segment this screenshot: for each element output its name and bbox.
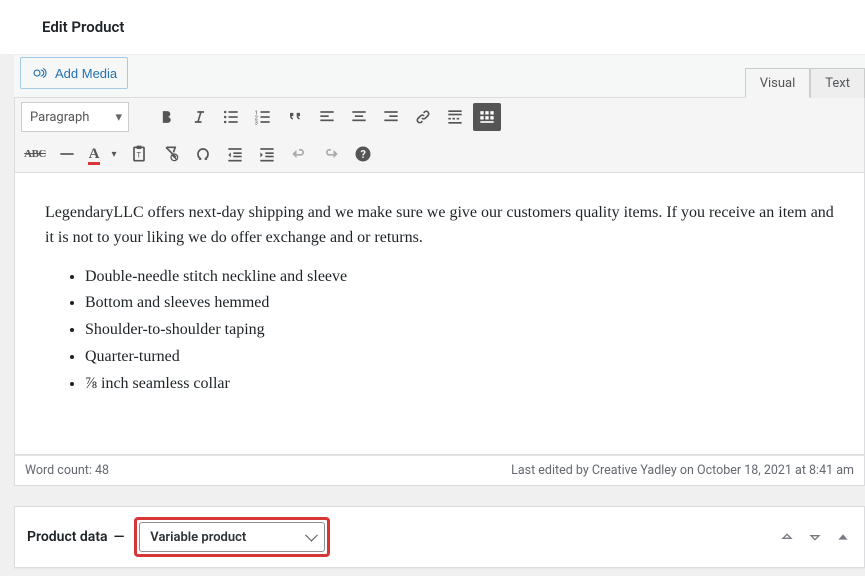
panel-controls [776, 526, 854, 548]
panel-move-down[interactable] [804, 526, 826, 548]
bullet-list-button[interactable] [217, 103, 245, 131]
italic-button[interactable] [185, 103, 213, 131]
content-list: Double-needle stitch neckline and sleeve… [45, 265, 838, 397]
svg-text:?: ? [361, 148, 366, 161]
special-char-button[interactable] [189, 140, 217, 168]
link-button[interactable] [409, 103, 437, 131]
toolbar-row-1: Paragraph 123 [15, 98, 864, 136]
list-item: Double-needle stitch neckline and sleeve [85, 265, 838, 290]
toolbar-toggle-button[interactable] [473, 103, 501, 131]
product-type-select[interactable]: Variable product [139, 522, 325, 552]
text-color-dropdown[interactable]: ▾ [107, 140, 121, 168]
page-title: Edit Product [0, 0, 865, 55]
product-type-value: Variable product [150, 530, 246, 545]
tab-visual[interactable]: Visual [745, 68, 811, 98]
product-type-highlight: Variable product [134, 517, 330, 557]
toolbar-row-2: ABC A ▾ T ? [15, 136, 864, 172]
list-item: Quarter-turned [85, 345, 838, 370]
media-icon [31, 64, 49, 82]
editor-content[interactable]: LegendaryLLC offers next-day shipping an… [14, 173, 865, 455]
format-select[interactable]: Paragraph [21, 102, 129, 132]
tab-text[interactable]: Text [810, 68, 865, 98]
panel-move-up[interactable] [776, 526, 798, 548]
help-button[interactable]: ? [349, 140, 377, 168]
editor-toolbar: Paragraph 123 ABC A ▾ T ? [14, 97, 865, 173]
format-label: Paragraph [30, 110, 89, 125]
list-item: Bottom and sleeves hemmed [85, 291, 838, 316]
svg-text:T: T [137, 150, 142, 159]
product-data-label: Product data [27, 529, 108, 545]
product-data-dash: — [114, 529, 125, 545]
last-edited: Last edited by Creative Yadley on Octobe… [511, 463, 854, 478]
align-right-button[interactable] [377, 103, 405, 131]
list-item: Shoulder-to-shoulder taping [85, 318, 838, 343]
undo-button[interactable] [285, 140, 313, 168]
list-item: ⅞ inch seamless collar [85, 372, 838, 397]
align-center-button[interactable] [345, 103, 373, 131]
add-media-button[interactable]: Add Media [20, 57, 128, 89]
editor: Add Media Visual Text Paragraph 123 ABC … [14, 55, 865, 486]
product-data-panel: Product data — Variable product [14, 506, 865, 568]
paste-text-button[interactable]: T [125, 140, 153, 168]
toolbar-separator [133, 103, 149, 131]
indent-button[interactable] [253, 140, 281, 168]
strikethrough-button[interactable]: ABC [21, 140, 49, 168]
product-data-header: Product data — Variable product [27, 517, 330, 557]
panel-collapse[interactable] [832, 526, 854, 548]
numbered-list-button[interactable]: 123 [249, 103, 277, 131]
bold-button[interactable] [153, 103, 181, 131]
redo-button[interactable] [317, 140, 345, 168]
editor-tabs: Visual Text [745, 67, 865, 97]
horizontal-rule-button[interactable] [53, 140, 81, 168]
svg-text:3: 3 [255, 121, 258, 127]
clear-formatting-button[interactable] [157, 140, 185, 168]
add-media-label: Add Media [55, 66, 117, 81]
content-paragraph: LegendaryLLC offers next-day shipping an… [45, 201, 838, 251]
read-more-button[interactable] [441, 103, 469, 131]
blockquote-button[interactable] [281, 103, 309, 131]
editor-top-row: Add Media Visual Text [14, 55, 865, 97]
editor-statusbar: Word count: 48 Last edited by Creative Y… [14, 455, 865, 486]
align-left-button[interactable] [313, 103, 341, 131]
text-color-button[interactable]: A [85, 140, 103, 168]
outdent-button[interactable] [221, 140, 249, 168]
word-count: Word count: 48 [25, 463, 109, 478]
